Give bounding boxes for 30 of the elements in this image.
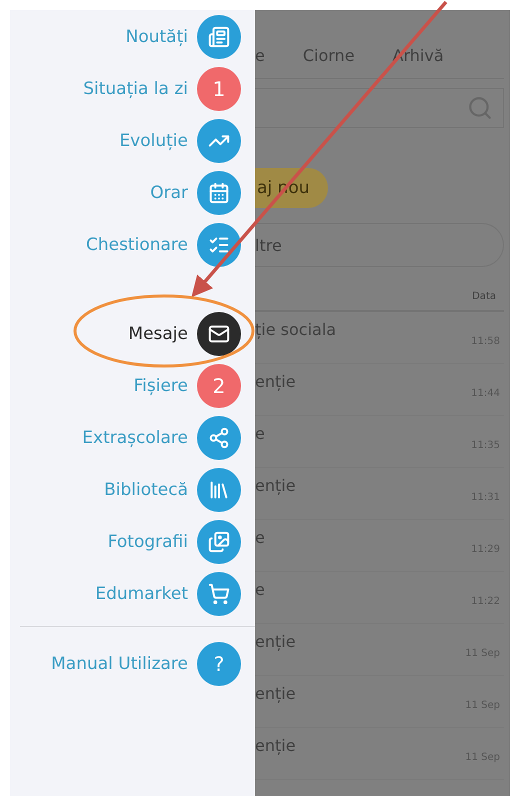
filter-field[interactable]: ltre [255,223,504,267]
menu-item[interactable]: Edumarket [95,584,188,604]
message-subject: ție sociala [255,320,336,341]
column-header: Data [472,291,496,302]
message-subject: enție [255,632,296,653]
message-subject: e [255,424,265,445]
message-subject: enție [255,476,296,497]
menu-item[interactable]: Orar [150,182,188,202]
menu-item[interactable]: Evoluție [119,130,188,150]
menu-item[interactable]: Fișiere [134,376,188,396]
message-subject: enție [255,736,296,757]
menu-item[interactable]: Situația la zi [83,78,188,98]
count-badge: 1 [197,66,241,110]
menu-item[interactable]: Bibliotecă [104,480,188,500]
tab[interactable]: e [255,46,265,64]
menu-item[interactable]: Fotografii [108,532,188,552]
menu-item[interactable]: Noutăți [126,26,188,46]
menu-item[interactable]: Mesaje [128,324,188,344]
menu-item[interactable]: Extrașcolare [82,428,188,448]
message-subject: e [255,528,265,549]
search-icon [467,95,493,121]
menu-item[interactable]: Chestionare [86,234,188,254]
tab[interactable]: Ciorne [302,46,355,64]
search-field[interactable] [255,88,504,128]
menu-item[interactable]: Manual Utilizare [51,654,188,674]
message-subject: enție [255,372,296,393]
count-badge: 2 [197,364,241,408]
message-subject: e [255,580,265,601]
help-icon: ? [197,642,241,686]
message-subject: enție [255,684,296,705]
